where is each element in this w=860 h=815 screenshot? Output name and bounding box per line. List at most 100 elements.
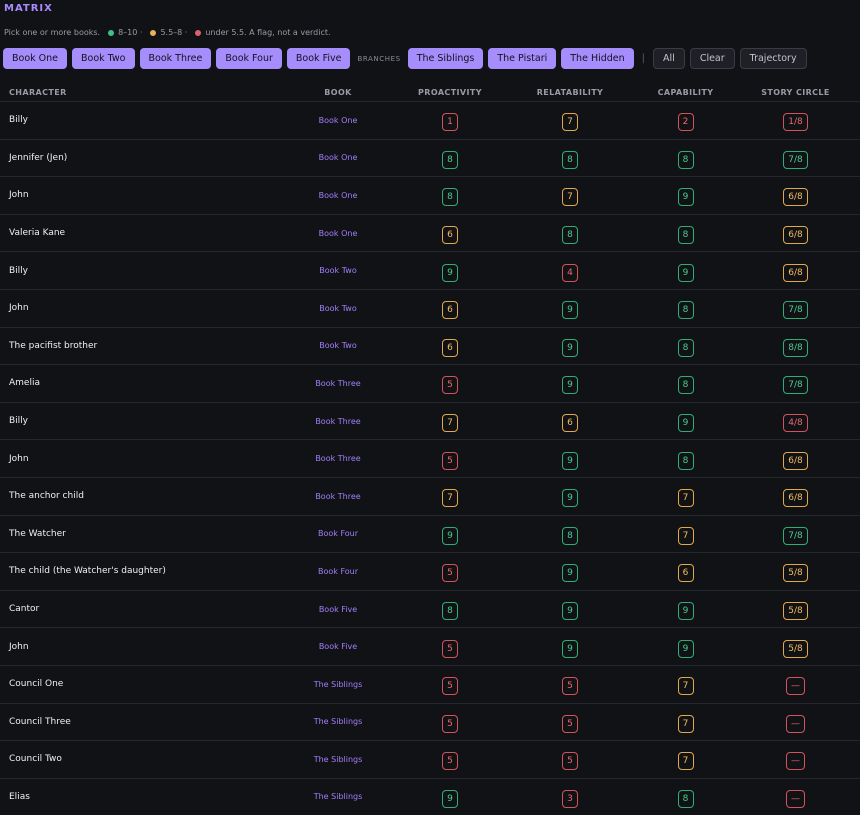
story-circle-cell: 6/8 (731, 252, 860, 290)
capability-score-badge: 9 (678, 602, 694, 620)
column-header-book[interactable]: BOOK (276, 83, 400, 102)
relatability-score-badge: 5 (562, 677, 578, 695)
book-link[interactable]: Book One (276, 214, 400, 252)
relatability-score-badge: 5 (562, 715, 578, 733)
legend: Pick one or more books. 8–10 · 5.5–8 · u… (4, 28, 331, 37)
table-row[interactable]: JohnBook One8796/8 (0, 177, 860, 215)
story-circle-score-badge: 7/8 (783, 376, 807, 394)
column-header-character[interactable]: CHARACTER (0, 83, 276, 102)
table-row[interactable]: JohnBook Five5995/8 (0, 628, 860, 666)
book-link[interactable]: Book Three (276, 440, 400, 478)
legend-green: 8–10 · (118, 28, 142, 37)
proactivity-score-badge: 5 (442, 564, 458, 582)
story-circle-cell: — (731, 703, 860, 741)
proactivity-cell: 6 (400, 327, 500, 365)
table-row[interactable]: CantorBook Five8995/8 (0, 590, 860, 628)
story-circle-score-badge: 8/8 (783, 339, 807, 357)
table-row[interactable]: The child (the Watcher's daughter)Book F… (0, 553, 860, 591)
book-link[interactable]: Book Four (276, 553, 400, 591)
capability-cell: 9 (640, 402, 731, 440)
character-matrix-table: CHARACTER BOOK PROACTIVITY RELATABILITY … (0, 83, 860, 815)
column-header-capability[interactable]: CAPABILITY (640, 83, 731, 102)
branch-filter-the-hidden[interactable]: The Hidden (561, 48, 633, 69)
book-link[interactable]: The Siblings (276, 778, 400, 815)
relatability-cell: 9 (500, 440, 640, 478)
column-header-story-circle[interactable]: STORY CIRCLE (731, 83, 860, 102)
story-circle-cell: 7/8 (731, 365, 860, 403)
table-row[interactable]: Jennifer (Jen)Book One8887/8 (0, 139, 860, 177)
relatability-cell: 3 (500, 778, 640, 815)
relatability-cell: 9 (500, 327, 640, 365)
proactivity-cell: 6 (400, 289, 500, 327)
character-name: Valeria Kane (0, 214, 276, 252)
proactivity-score-badge: 6 (442, 339, 458, 357)
relatability-cell: 4 (500, 252, 640, 290)
book-filter-book-one[interactable]: Book One (3, 48, 67, 69)
table-row[interactable]: BillyBook Two9496/8 (0, 252, 860, 290)
book-filter-book-five[interactable]: Book Five (287, 48, 351, 69)
relatability-cell: 9 (500, 590, 640, 628)
proactivity-score-badge: 8 (442, 151, 458, 169)
book-link[interactable]: Book Two (276, 327, 400, 365)
table-row[interactable]: The pacifist brotherBook Two6988/8 (0, 327, 860, 365)
book-link[interactable]: Book Two (276, 252, 400, 290)
book-link[interactable]: Book Five (276, 628, 400, 666)
relatability-cell: 9 (500, 553, 640, 591)
table-row[interactable]: Council OneThe Siblings557— (0, 665, 860, 703)
branch-filter-the-siblings[interactable]: The Siblings (408, 48, 484, 69)
book-link[interactable]: Book Three (276, 477, 400, 515)
story-circle-score-badge: 6/8 (783, 489, 807, 507)
story-circle-score-badge: 6/8 (783, 452, 807, 470)
table-row[interactable]: BillyBook One1721/8 (0, 102, 860, 140)
proactivity-cell: 9 (400, 252, 500, 290)
story-circle-score-badge: 5/8 (783, 602, 807, 620)
column-header-proactivity[interactable]: PROACTIVITY (400, 83, 500, 102)
all-button[interactable]: All (653, 48, 685, 69)
capability-score-badge: 9 (678, 264, 694, 282)
book-link[interactable]: Book One (276, 177, 400, 215)
relatability-score-badge: 9 (562, 602, 578, 620)
capability-cell: 7 (640, 515, 731, 553)
character-name: John (0, 177, 276, 215)
table-row[interactable]: Valeria KaneBook One6886/8 (0, 214, 860, 252)
table-row[interactable]: BillyBook Three7694/8 (0, 402, 860, 440)
book-link[interactable]: The Siblings (276, 741, 400, 779)
book-link[interactable]: Book One (276, 102, 400, 140)
table-row[interactable]: The anchor childBook Three7976/8 (0, 477, 860, 515)
book-link[interactable]: Book Five (276, 590, 400, 628)
table-row[interactable]: Council ThreeThe Siblings557— (0, 703, 860, 741)
proactivity-cell: 5 (400, 703, 500, 741)
book-link[interactable]: Book One (276, 139, 400, 177)
book-link[interactable]: Book Three (276, 402, 400, 440)
book-link[interactable]: Book Three (276, 365, 400, 403)
table-row[interactable]: JohnBook Two6987/8 (0, 289, 860, 327)
table-row[interactable]: AmeliaBook Three5987/8 (0, 365, 860, 403)
book-filter-book-four[interactable]: Book Four (216, 48, 282, 69)
book-link[interactable]: Book Two (276, 289, 400, 327)
relatability-score-badge: 9 (562, 564, 578, 582)
capability-score-badge: 7 (678, 677, 694, 695)
book-link[interactable]: The Siblings (276, 703, 400, 741)
book-filter-book-two[interactable]: Book Two (72, 48, 134, 69)
capability-cell: 7 (640, 741, 731, 779)
book-link[interactable]: The Siblings (276, 665, 400, 703)
book-link[interactable]: Book Four (276, 515, 400, 553)
table-row[interactable]: JohnBook Three5986/8 (0, 440, 860, 478)
capability-cell: 9 (640, 628, 731, 666)
table-row[interactable]: The WatcherBook Four9877/8 (0, 515, 860, 553)
table-row[interactable]: EliasThe Siblings938— (0, 778, 860, 815)
character-name: John (0, 289, 276, 327)
proactivity-score-badge: 8 (442, 602, 458, 620)
relatability-cell: 8 (500, 139, 640, 177)
trajectory-button[interactable]: Trajectory (740, 48, 807, 69)
column-header-relatability[interactable]: RELATABILITY (500, 83, 640, 102)
branch-filter-the-pistari[interactable]: The Pistari (488, 48, 556, 69)
story-circle-cell: 5/8 (731, 590, 860, 628)
story-circle-score-badge: — (786, 677, 805, 695)
clear-button[interactable]: Clear (690, 48, 735, 69)
book-filter-book-three[interactable]: Book Three (140, 48, 212, 69)
character-name: John (0, 440, 276, 478)
table-row[interactable]: Council TwoThe Siblings557— (0, 741, 860, 779)
capability-cell: 8 (640, 778, 731, 815)
character-name: The anchor child (0, 477, 276, 515)
